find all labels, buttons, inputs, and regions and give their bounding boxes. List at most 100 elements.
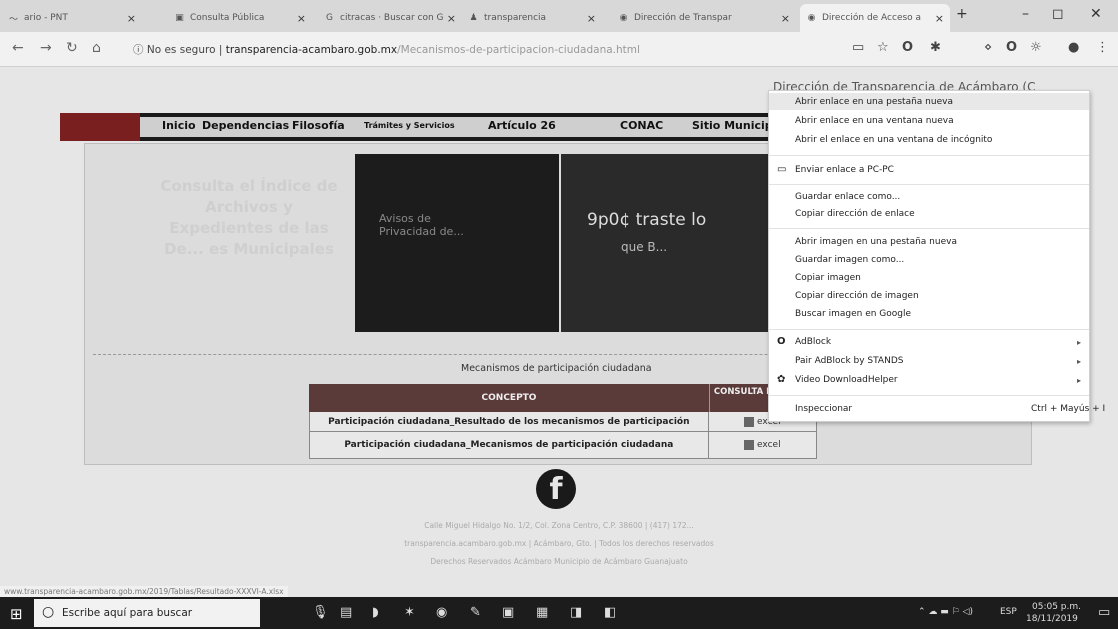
- ctx-open-link-new-tab[interactable]: Abrir enlace en una pestaña nueva: [795, 97, 953, 107]
- profile-avatar-icon[interactable]: ●: [1068, 40, 1079, 55]
- chrome-icon[interactable]: ◉: [436, 605, 447, 620]
- task-view-icon[interactable]: ▤: [340, 605, 352, 620]
- address-bar-row: ← → ↻ ⌂ ⓘ No es seguro | transparencia-a…: [0, 32, 1118, 67]
- shortcut-label: Ctrl + Mayús + I: [1031, 404, 1106, 414]
- archive-index-banner[interactable]: Consulta el Índice de Archivos y Expedie…: [154, 154, 344, 324]
- home-icon[interactable]: ⌂: [92, 40, 101, 56]
- tab-label: Dirección de Acceso a: [822, 13, 922, 23]
- menu-sitio-municipal[interactable]: Sitio Municip: [692, 119, 773, 132]
- ctx-copy-image-address[interactable]: Copiar dirección de imagen: [795, 291, 919, 301]
- extension-icon[interactable]: ☼: [1030, 40, 1042, 55]
- app-icon[interactable]: ✎: [470, 605, 481, 620]
- ctx-send-link[interactable]: Enviar enlace a PC-PC: [795, 165, 894, 175]
- app-icon[interactable]: ◗: [372, 605, 379, 620]
- notifications-icon[interactable]: ▭: [1098, 605, 1110, 620]
- ctx-open-link-new-window[interactable]: Abrir enlace en una ventana nueva: [795, 116, 954, 126]
- ctx-copy-link[interactable]: Copiar dirección de enlace: [795, 209, 915, 219]
- info-icon[interactable]: ⓘ: [133, 44, 144, 56]
- excel-link[interactable]: excel: [707, 432, 816, 458]
- table-header: CONCEPTO CONSULTA FORMATO: [309, 384, 817, 412]
- tab-label: citracas · Buscar con G: [340, 13, 444, 23]
- ctx-save-image[interactable]: Guardar imagen como...: [795, 255, 904, 265]
- url-path: /Mecanismos-de-participacion-ciudadana.h…: [397, 44, 640, 56]
- menu-filosofia[interactable]: Filosofía: [292, 119, 345, 132]
- maximize-button[interactable]: ◻: [1052, 6, 1064, 22]
- person-icon: ♟: [469, 13, 478, 23]
- menu-dependencias[interactable]: Dependencias: [202, 119, 289, 132]
- section-title: Mecanismos de participación ciudadana: [461, 363, 652, 374]
- forward-icon[interactable]: →: [40, 40, 52, 56]
- close-icon[interactable]: ×: [587, 12, 596, 25]
- ctx-search-image-google[interactable]: Buscar imagen en Google: [795, 309, 911, 319]
- menu-separator: [769, 329, 1089, 330]
- concept-cell: Participación ciudadana_Mecanismos de pa…: [344, 440, 674, 450]
- tab-transparencia[interactable]: ♟ transparencia ×: [462, 4, 602, 32]
- extension-icon[interactable]: ⋄: [984, 40, 992, 55]
- menu-dots-icon[interactable]: ⋮: [1096, 40, 1109, 55]
- column-header-concepto: CONCEPTO: [481, 393, 537, 403]
- clock-time[interactable]: 05:05 p.m.: [1032, 602, 1081, 612]
- close-icon[interactable]: ×: [297, 12, 306, 25]
- close-icon[interactable]: ×: [935, 12, 944, 25]
- tab-google-search[interactable]: G citracas · Buscar con G ×: [318, 4, 462, 32]
- extension-icon[interactable]: ✱: [930, 40, 941, 55]
- app-icon[interactable]: ◨: [570, 605, 582, 620]
- mechanisms-table: CONCEPTO CONSULTA FORMATO Participación …: [309, 384, 817, 459]
- document-icon: ▣: [175, 13, 184, 23]
- clock-date[interactable]: 18/11/2019: [1026, 614, 1078, 624]
- window-close-button[interactable]: ✕: [1090, 6, 1102, 22]
- windows-start-icon[interactable]: ⊞: [10, 605, 23, 623]
- downloadhelper-icon: ✿: [777, 374, 786, 385]
- ctx-inspect[interactable]: Inspeccionar Ctrl + Mayús + I: [795, 404, 1105, 414]
- windows-taskbar: ⊞ ○ Escribe aquí para buscar 🎙 ▤ ◗ ✶ ◉ ✎…: [0, 597, 1118, 629]
- tab-direccion-acceso[interactable]: ◉ Dirección de Acceso a ×: [800, 4, 950, 32]
- promo-slide[interactable]: 9p0¢ traste lo que B...: [561, 154, 791, 332]
- cast-icon[interactable]: ▭: [852, 40, 864, 55]
- menu-separator: [769, 184, 1089, 185]
- close-icon[interactable]: ×: [127, 12, 136, 25]
- menu-articulo-26[interactable]: Artículo 26: [488, 119, 556, 132]
- ctx-open-image-new-tab[interactable]: Abrir imagen en una pestaña nueva: [795, 237, 957, 247]
- adblock-extension-icon[interactable]: O: [902, 40, 913, 55]
- menu-inicio[interactable]: Inicio: [162, 119, 196, 132]
- back-icon[interactable]: ←: [12, 40, 24, 56]
- microphone-icon[interactable]: 🎙: [312, 605, 329, 620]
- url-host: transparencia-acambaro.gob.mx: [225, 44, 398, 56]
- minimize-button[interactable]: –: [1022, 6, 1029, 22]
- app-icon[interactable]: ✶: [404, 605, 415, 620]
- extension-icon[interactable]: O: [1006, 40, 1017, 55]
- tab-label: Consulta Pública: [190, 13, 265, 23]
- new-tab-button[interactable]: +: [956, 6, 968, 22]
- ctx-video-downloadhelper[interactable]: Video DownloadHelper: [795, 375, 898, 385]
- tray-icons[interactable]: ⌃ ☁ ▬ ⚐ ◁): [918, 607, 973, 617]
- menu-conac[interactable]: CONAC: [620, 119, 663, 132]
- ctx-open-link-incognito[interactable]: Abrir el enlace en una ventana de incógn…: [795, 135, 992, 145]
- menu-separator: [769, 228, 1089, 229]
- search-placeholder: Escribe aquí para buscar: [62, 607, 193, 619]
- ctx-copy-image[interactable]: Copiar imagen: [795, 273, 861, 283]
- table-row: Participación ciudadana_Resultado de los…: [309, 412, 817, 432]
- close-icon[interactable]: ×: [447, 12, 456, 25]
- url-field[interactable]: ⓘ No es seguro | transparencia-acambaro.…: [133, 42, 640, 57]
- menu-tramites[interactable]: Trámites y Servicios: [364, 121, 455, 130]
- ctx-save-link[interactable]: Guardar enlace como...: [795, 192, 900, 202]
- tab-direccion-transparencia[interactable]: ◉ Dirección de Transpar ×: [612, 4, 796, 32]
- reload-icon[interactable]: ↻: [66, 40, 78, 56]
- wave-icon: 〜: [8, 14, 18, 25]
- ctx-adblock[interactable]: AdBlock: [795, 337, 831, 347]
- ctx-pair-adblock[interactable]: Pair AdBlock by STANDS: [795, 356, 903, 366]
- taskbar-search[interactable]: ○ Escribe aquí para buscar: [34, 599, 260, 627]
- tab-consulta-publica[interactable]: ▣ Consulta Pública ×: [168, 4, 312, 32]
- google-icon: G: [326, 13, 333, 23]
- tab-pnt[interactable]: 〜 ario - PNT ×: [2, 4, 142, 32]
- chevron-right-icon: ▸: [1076, 357, 1081, 366]
- star-icon[interactable]: ☆: [877, 40, 889, 55]
- site-menu: Inicio Dependencias Filosofía Trámites y…: [60, 113, 840, 141]
- close-icon[interactable]: ×: [781, 12, 790, 25]
- facebook-icon[interactable]: f: [536, 469, 576, 509]
- app-icon[interactable]: ◧: [604, 605, 616, 620]
- privacy-slide[interactable]: Avisos de Privacidad de...: [355, 154, 559, 332]
- app-icon[interactable]: ▦: [536, 605, 548, 620]
- app-icon[interactable]: ▣: [502, 605, 514, 620]
- language-indicator[interactable]: ESP: [1000, 607, 1017, 617]
